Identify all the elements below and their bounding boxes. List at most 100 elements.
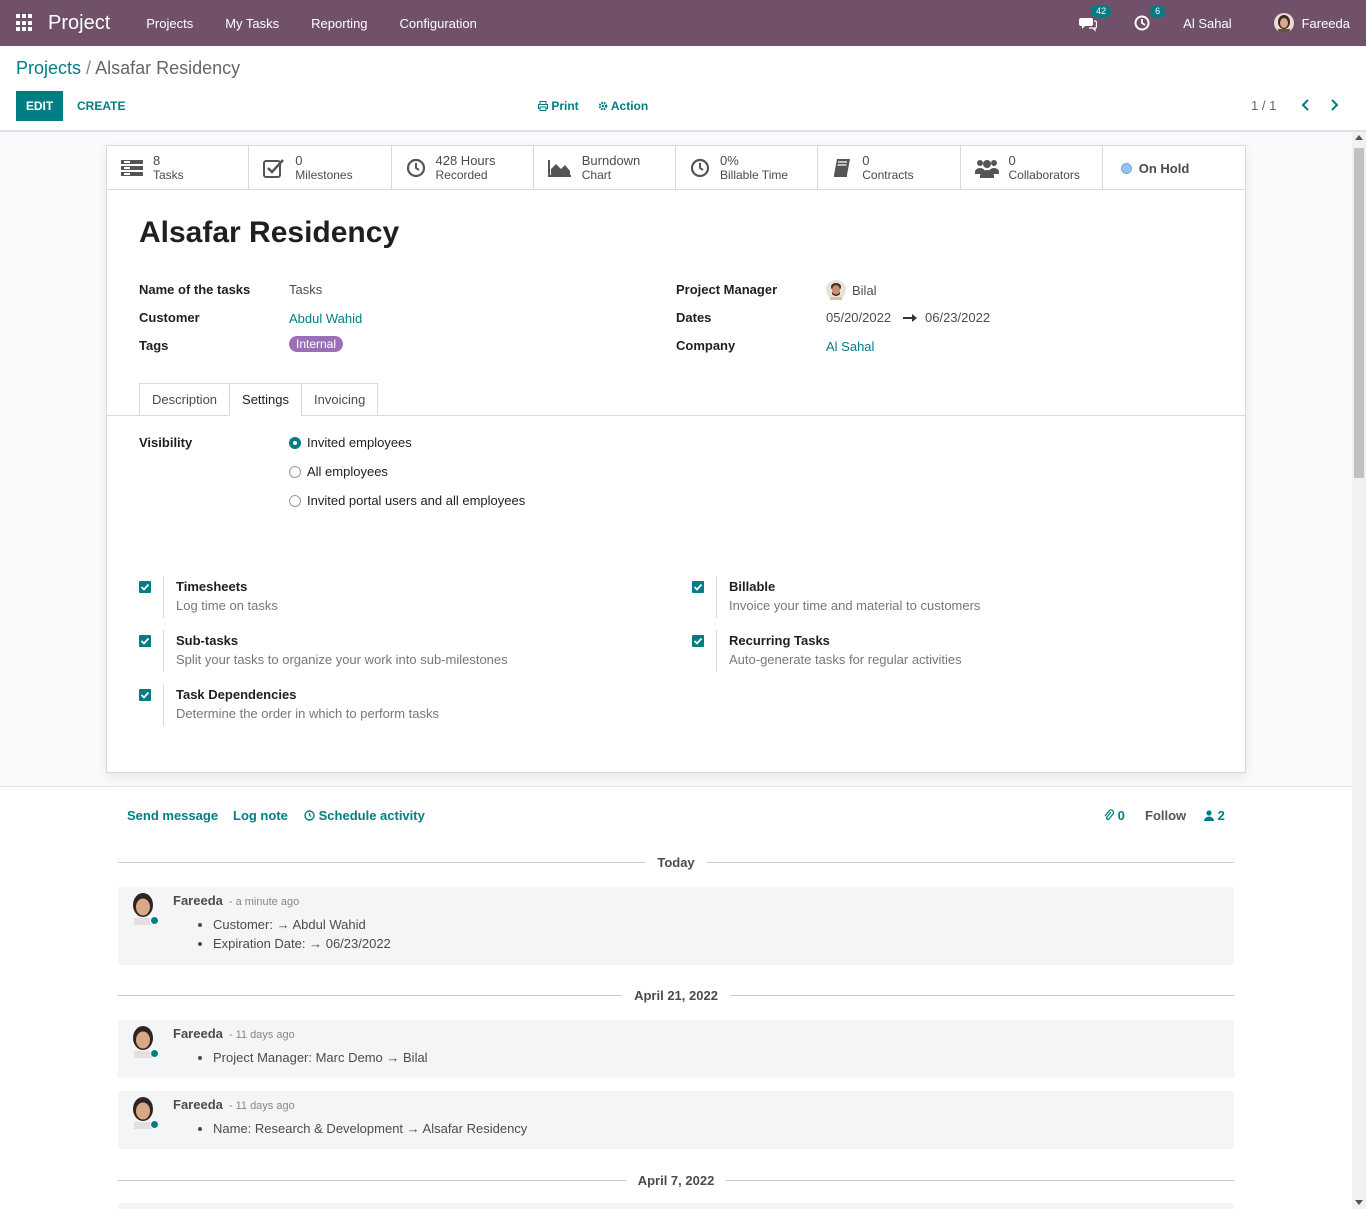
tag-internal[interactable]: Internal <box>289 336 344 352</box>
recurring-tasks-checkbox[interactable] <box>692 635 704 647</box>
clock-icon <box>690 158 710 178</box>
burndown-stat-label: Chart <box>581 168 612 182</box>
pager-next-button[interactable] <box>1328 98 1340 115</box>
visibility-portal-users[interactable]: Invited portal users and all employees <box>289 493 525 508</box>
tasks-stat-value: 8 <box>153 153 161 168</box>
create-button[interactable]: CREATE <box>77 99 125 113</box>
date-end[interactable]: 06/23/2022 <box>925 310 990 325</box>
menu-reporting[interactable]: Reporting <box>295 16 383 31</box>
visibility-all-employees[interactable]: All employees <box>289 464 388 479</box>
tab-settings[interactable]: Settings <box>229 383 302 416</box>
project-title[interactable]: Alsafar Residency <box>139 216 399 250</box>
online-status-icon <box>150 916 159 925</box>
menu-my-tasks[interactable]: My Tasks <box>209 16 295 31</box>
followers-count: 2 <box>1217 808 1225 823</box>
contracts-stat-value: 0 <box>862 153 870 168</box>
visibility-option-label: All employees <box>307 464 388 479</box>
pager-value[interactable]: 1 / 1 <box>1251 98 1276 113</box>
customer-link[interactable]: Abdul Wahid <box>289 311 362 326</box>
message-author[interactable]: Fareeda <box>173 1026 223 1041</box>
user-icon <box>1204 810 1214 821</box>
print-button[interactable]: Print <box>538 99 579 113</box>
collaborators-stat-value: 0 <box>1008 153 1016 168</box>
check-icon <box>693 637 703 645</box>
billable-time-stat-button[interactable]: 0% Billable Time <box>676 146 819 190</box>
date-separator-label: April 7, 2022 <box>637 1172 715 1188</box>
message-author[interactable]: Fareeda <box>173 893 223 908</box>
option-divider <box>163 576 164 618</box>
hours-stat-value: 428 Hours <box>435 153 496 168</box>
message-author[interactable]: Fareeda <box>173 1097 223 1112</box>
radio-empty-icon <box>289 494 301 507</box>
radio-empty-icon <box>289 465 301 478</box>
activities-button[interactable]: 6 <box>1133 5 1166 32</box>
company-link[interactable]: Al Sahal <box>826 339 874 354</box>
visibility-invited-employees[interactable]: Invited employees <box>289 435 412 450</box>
action-button[interactable]: Action <box>598 99 648 113</box>
app-name[interactable]: Project <box>48 12 110 35</box>
company-switcher[interactable]: Al Sahal <box>1183 16 1231 31</box>
date-start[interactable]: 05/20/2022 <box>826 310 891 325</box>
action-label: Action <box>610 99 649 113</box>
menu-projects[interactable]: Projects <box>130 16 209 31</box>
chevron-left-icon <box>1301 99 1309 111</box>
task-dependencies-checkbox[interactable] <box>139 689 151 701</box>
chatter-divider <box>0 786 1352 787</box>
pager-previous-button[interactable] <box>1300 98 1312 115</box>
tracking-line: Expiration Date: → 06/23/2022 <box>213 936 391 952</box>
attachments-button[interactable]: 0 <box>1104 808 1125 823</box>
apps-menu-icon[interactable] <box>16 14 34 32</box>
check-icon <box>140 637 150 645</box>
project-manager-value[interactable]: Bilal <box>826 280 877 300</box>
radio-selected-icon <box>289 436 301 449</box>
check-icon <box>140 583 150 591</box>
name-of-tasks-label: Name of the tasks <box>139 282 251 297</box>
followers-button[interactable]: 2 <box>1204 808 1225 823</box>
messages-button[interactable]: 42 <box>1079 5 1112 32</box>
user-menu[interactable]: Fareeda <box>1273 13 1350 33</box>
burndown-chart-stat-button[interactable]: Burndown Chart <box>534 146 676 190</box>
messages-count-badge: 42 <box>1091 5 1112 18</box>
timesheets-checkbox[interactable] <box>139 581 151 593</box>
scroll-up-arrow-icon[interactable] <box>1355 135 1363 140</box>
menu-configuration[interactable]: Configuration <box>384 16 493 31</box>
area-chart-icon <box>547 160 571 177</box>
billable-stat-label: Billable Time <box>720 168 789 182</box>
online-status-icon <box>150 1049 159 1058</box>
date-separator: April 21, 2022 <box>118 985 1235 1005</box>
follow-button[interactable]: Follow <box>1145 808 1186 823</box>
subtasks-checkbox[interactable] <box>139 635 151 647</box>
tasks-stat-button[interactable]: 8 Tasks <box>107 146 250 190</box>
tab-invoicing[interactable]: Invoicing <box>301 383 379 416</box>
manager-name: Bilal <box>852 282 877 298</box>
contracts-stat-button[interactable]: 0 Contracts <box>818 146 961 190</box>
status-label: On Hold <box>1138 160 1190 176</box>
name-of-tasks-value[interactable]: Tasks <box>289 282 322 297</box>
option-divider <box>716 576 717 618</box>
tab-description[interactable]: Description <box>139 383 230 416</box>
send-message-button[interactable]: Send message <box>127 808 218 823</box>
visibility-option-label: Invited portal users and all employees <box>307 493 526 508</box>
attachments-count: 0 <box>1117 808 1125 823</box>
clock-icon <box>304 810 315 821</box>
schedule-activity-button[interactable]: Schedule activity <box>304 808 425 823</box>
milestones-stat-label: Milestones <box>295 168 353 182</box>
scrollbar-thumb[interactable] <box>1354 148 1364 478</box>
manager-avatar <box>826 280 846 300</box>
breadcrumb: Projects / Alsafar Residency <box>16 58 240 79</box>
scroll-down-arrow-icon[interactable] <box>1355 1200 1363 1205</box>
milestones-stat-value: 0 <box>295 153 303 168</box>
hours-recorded-stat-button[interactable]: 428 Hours Recorded <box>392 146 534 190</box>
milestones-stat-button[interactable]: 0 Milestones <box>249 146 392 190</box>
collaborators-stat-button[interactable]: 0 Collaborators <box>961 146 1103 190</box>
online-status-icon <box>150 1120 159 1129</box>
status-button[interactable]: On Hold <box>1103 146 1245 190</box>
message-time: - 11 days ago <box>228 1100 295 1112</box>
breadcrumb-projects-link[interactable]: Projects <box>16 58 81 78</box>
activities-count-badge: 6 <box>1150 5 1166 18</box>
log-note-button[interactable]: Log note <box>233 808 288 823</box>
edit-button[interactable]: EDIT <box>16 91 63 121</box>
billable-checkbox[interactable] <box>692 581 704 593</box>
page-scrollbar[interactable] <box>1352 132 1366 1209</box>
smart-buttons: 8 Tasks 0 Milestones 428 Hours Recorded Bur… <box>107 146 1245 190</box>
